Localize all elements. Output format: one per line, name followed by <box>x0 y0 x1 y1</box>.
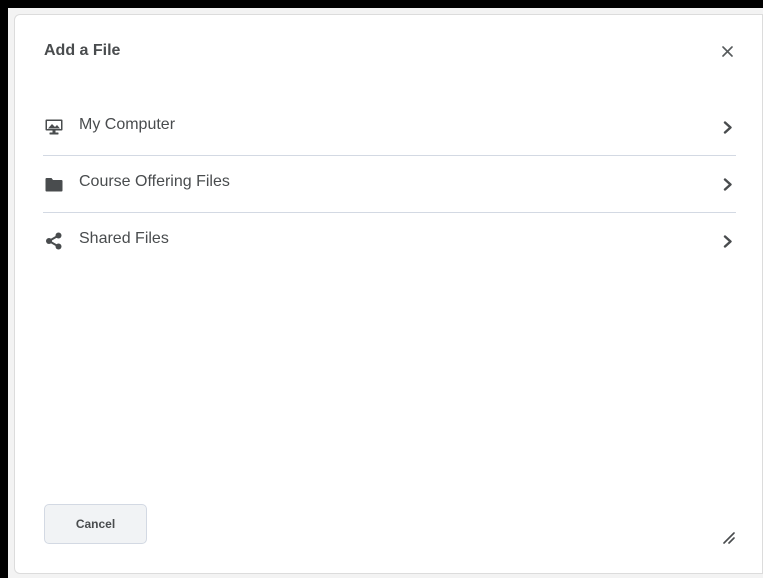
resize-handle-icon[interactable] <box>721 530 735 544</box>
option-course-offering-files[interactable]: Course Offering Files <box>43 156 736 213</box>
dialog-title: Add a File <box>44 42 121 59</box>
add-file-dialog: Add a File My Computer Course Offering F… <box>14 14 763 574</box>
folder-icon <box>45 175 63 193</box>
close-icon <box>721 45 733 57</box>
computer-icon <box>45 118 63 136</box>
chevron-right-icon <box>722 177 734 191</box>
option-label: My Computer <box>79 116 176 133</box>
option-label: Course Offering Files <box>79 173 230 190</box>
close-button[interactable] <box>717 41 737 61</box>
share-icon <box>45 232 63 250</box>
chevron-right-icon <box>722 120 734 134</box>
option-label: Shared Files <box>79 230 169 247</box>
chevron-right-icon <box>722 234 734 248</box>
option-shared-files[interactable]: Shared Files <box>43 213 736 269</box>
option-my-computer[interactable]: My Computer <box>43 99 736 156</box>
file-source-list: My Computer Course Offering Files Shared… <box>43 99 736 269</box>
cancel-button[interactable]: Cancel <box>44 504 147 544</box>
